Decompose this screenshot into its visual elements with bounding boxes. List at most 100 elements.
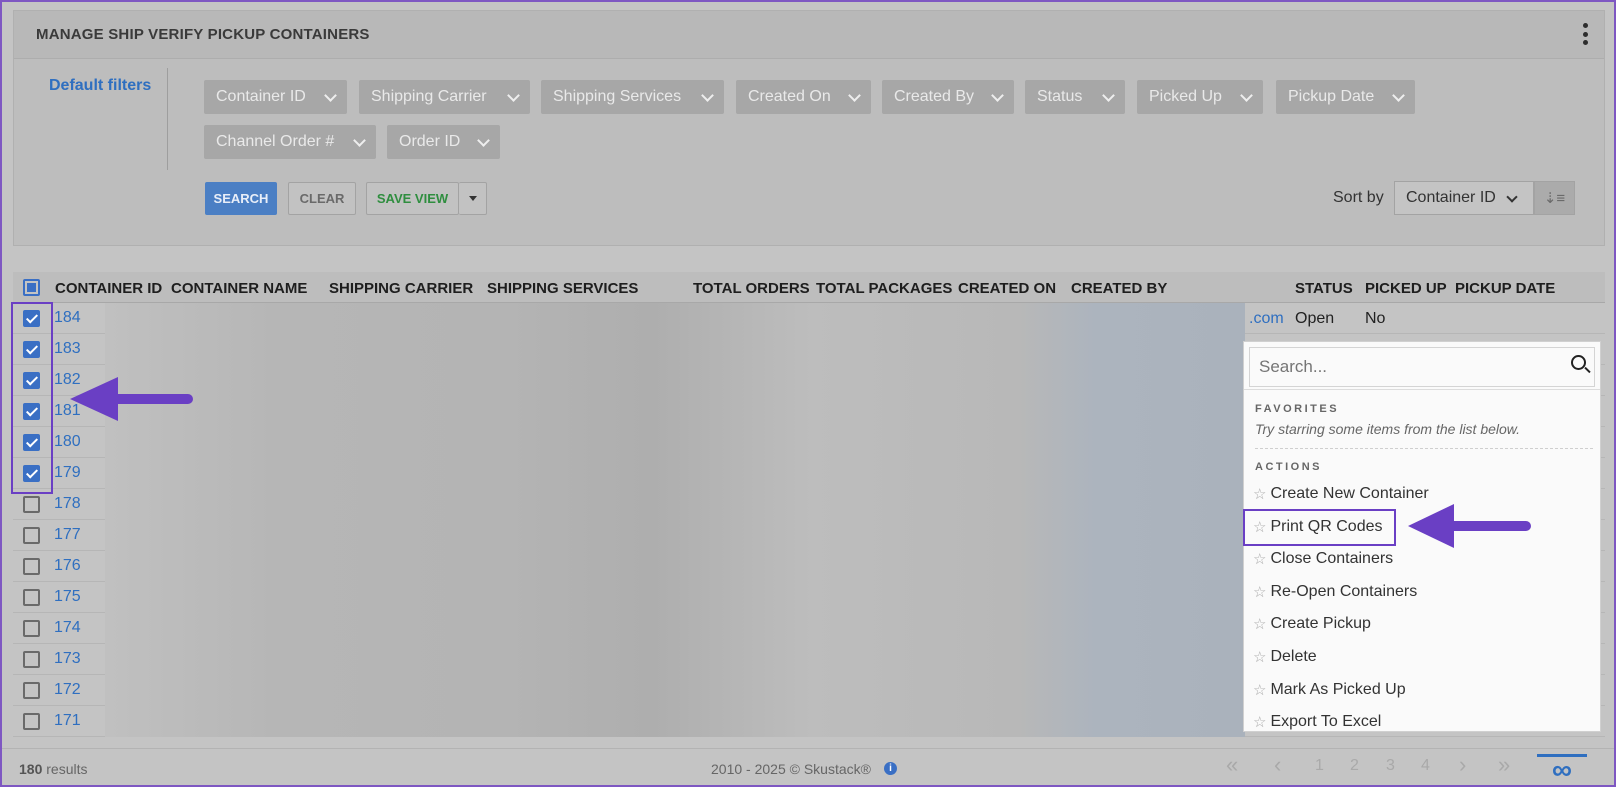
row-checkbox[interactable] bbox=[23, 589, 40, 606]
print-qr-codes-highlight bbox=[1243, 509, 1396, 546]
menu-item-reopen-containers[interactable]: ☆ Re-Open Containers bbox=[1253, 583, 1417, 601]
chevron-down-icon bbox=[1392, 89, 1405, 102]
filter-label: Shipping Services bbox=[553, 88, 682, 105]
page-1[interactable]: 1 bbox=[1315, 757, 1324, 775]
row-checkbox[interactable] bbox=[23, 713, 40, 730]
container-id-link[interactable]: 173 bbox=[54, 650, 81, 668]
dropdown-divider bbox=[1244, 389, 1600, 390]
more-options-icon[interactable] bbox=[1580, 23, 1590, 45]
sort-by-select[interactable]: Container ID bbox=[1394, 181, 1534, 215]
container-id-link[interactable]: 180 bbox=[54, 433, 81, 451]
filter-label: Status bbox=[1037, 88, 1083, 105]
star-icon[interactable]: ☆ bbox=[1253, 550, 1266, 568]
next-page-icon[interactable]: › bbox=[1459, 752, 1466, 778]
star-icon[interactable]: ☆ bbox=[1253, 713, 1266, 731]
search-icon[interactable] bbox=[1571, 355, 1586, 370]
search-button[interactable]: SEARCH bbox=[205, 182, 277, 215]
menu-item-create-new-container[interactable]: ☆ Create New Container bbox=[1253, 485, 1429, 503]
menu-item-export-to-excel[interactable]: ☆ Export To Excel bbox=[1253, 713, 1381, 731]
last-page-icon[interactable]: » bbox=[1498, 752, 1510, 778]
filter-shipping-carrier[interactable]: Shipping Carrier bbox=[359, 80, 530, 114]
results-count: 180 results bbox=[19, 761, 87, 777]
created-by-value[interactable]: .com bbox=[1249, 310, 1284, 328]
favorites-heading: FAVORITES bbox=[1255, 403, 1340, 415]
filter-created-by[interactable]: Created By bbox=[882, 80, 1014, 114]
page-4[interactable]: 4 bbox=[1421, 757, 1430, 775]
filter-label: Created On bbox=[748, 88, 831, 105]
info-icon[interactable]: i bbox=[884, 762, 897, 775]
container-id-link[interactable]: 184 bbox=[54, 309, 81, 327]
row-checkbox[interactable] bbox=[23, 651, 40, 668]
filter-order-id[interactable]: Order ID bbox=[387, 125, 500, 159]
menu-item-label: Delete bbox=[1270, 648, 1317, 665]
container-id-link[interactable]: 171 bbox=[54, 712, 81, 730]
filter-container-id[interactable]: Container ID bbox=[204, 80, 347, 114]
dropdown-search-input[interactable] bbox=[1259, 357, 1559, 377]
row-checkbox[interactable] bbox=[23, 527, 40, 544]
chevron-down-icon bbox=[991, 89, 1004, 102]
col-picked-up[interactable]: PICKED UP bbox=[1365, 280, 1447, 297]
col-total-packages[interactable]: TOTAL PACKAGES bbox=[816, 280, 952, 297]
caret-down-icon bbox=[468, 196, 477, 201]
filter-label: Pickup Date bbox=[1288, 88, 1375, 105]
select-all-checkbox[interactable] bbox=[23, 279, 40, 296]
menu-item-label: Export To Excel bbox=[1270, 713, 1382, 730]
row-checkbox[interactable] bbox=[23, 558, 40, 575]
sort-order-button[interactable]: ⇣≡ bbox=[1534, 181, 1575, 215]
container-id-link[interactable]: 175 bbox=[54, 588, 81, 606]
container-id-link[interactable]: 172 bbox=[54, 681, 81, 699]
menu-item-delete[interactable]: ☆ Delete bbox=[1253, 648, 1317, 666]
star-icon[interactable]: ☆ bbox=[1253, 485, 1266, 503]
filter-shipping-services[interactable]: Shipping Services bbox=[541, 80, 724, 114]
menu-item-create-pickup[interactable]: ☆ Create Pickup bbox=[1253, 615, 1371, 633]
container-id-link[interactable]: 183 bbox=[54, 340, 81, 358]
container-id-link[interactable]: 174 bbox=[54, 619, 81, 637]
menu-item-close-containers[interactable]: ☆ Close Containers bbox=[1253, 550, 1393, 568]
chevron-down-icon bbox=[1102, 89, 1115, 102]
col-pickup-date[interactable]: PICKUP DATE bbox=[1455, 280, 1555, 297]
col-container-name[interactable]: CONTAINER NAME bbox=[171, 280, 307, 297]
section-separator bbox=[1255, 448, 1593, 449]
col-shipping-services[interactable]: SHIPPING SERVICES bbox=[487, 280, 638, 297]
star-icon[interactable]: ☆ bbox=[1253, 615, 1266, 633]
filter-status[interactable]: Status bbox=[1025, 80, 1125, 114]
clear-button[interactable]: CLEAR bbox=[288, 182, 356, 215]
default-filters-link[interactable]: Default filters bbox=[49, 77, 151, 95]
col-shipping-carrier[interactable]: SHIPPING CARRIER bbox=[329, 280, 473, 297]
dropdown-search[interactable] bbox=[1249, 347, 1595, 387]
first-page-icon[interactable]: « bbox=[1226, 752, 1238, 778]
container-id-link[interactable]: 177 bbox=[54, 526, 81, 544]
arrow-left-icon bbox=[70, 377, 193, 421]
container-id-link[interactable]: 179 bbox=[54, 464, 81, 482]
row-checkbox[interactable] bbox=[23, 496, 40, 513]
col-status[interactable]: STATUS bbox=[1295, 280, 1353, 297]
row-checkbox[interactable] bbox=[23, 682, 40, 699]
star-icon[interactable]: ☆ bbox=[1253, 681, 1266, 699]
prev-page-icon[interactable]: ‹ bbox=[1274, 752, 1281, 778]
container-id-link[interactable]: 176 bbox=[54, 557, 81, 575]
page-2[interactable]: 2 bbox=[1350, 757, 1359, 775]
save-view-dropdown[interactable] bbox=[459, 182, 487, 215]
container-id-link[interactable]: 178 bbox=[54, 495, 81, 513]
sort-by-value: Container ID bbox=[1406, 189, 1496, 206]
filter-pickup-date[interactable]: Pickup Date bbox=[1276, 80, 1415, 114]
col-container-id[interactable]: CONTAINER ID bbox=[55, 280, 162, 297]
chevron-down-icon bbox=[1506, 191, 1518, 203]
col-created-by[interactable]: CREATED BY bbox=[1071, 280, 1167, 297]
star-icon[interactable]: ☆ bbox=[1253, 583, 1266, 601]
filter-picked-up[interactable]: Picked Up bbox=[1137, 80, 1263, 114]
table-header: CONTAINER ID CONTAINER NAME SHIPPING CAR… bbox=[13, 272, 1605, 303]
redacted-content bbox=[105, 303, 1245, 737]
col-total-orders[interactable]: TOTAL ORDERS bbox=[693, 280, 810, 297]
picked-up-value: No bbox=[1365, 310, 1386, 327]
menu-item-mark-as-picked-up[interactable]: ☆ Mark As Picked Up bbox=[1253, 681, 1406, 699]
star-icon[interactable]: ☆ bbox=[1253, 648, 1266, 666]
actions-heading: ACTIONS bbox=[1255, 461, 1322, 473]
chevron-down-icon bbox=[1240, 89, 1253, 102]
page-3[interactable]: 3 bbox=[1386, 757, 1395, 775]
col-created-on[interactable]: CREATED ON bbox=[958, 280, 1056, 297]
save-view-button[interactable]: SAVE VIEW bbox=[366, 182, 459, 215]
filter-channel-order[interactable]: Channel Order # bbox=[204, 125, 376, 159]
row-checkbox[interactable] bbox=[23, 620, 40, 637]
filter-created-on[interactable]: Created On bbox=[736, 80, 871, 114]
